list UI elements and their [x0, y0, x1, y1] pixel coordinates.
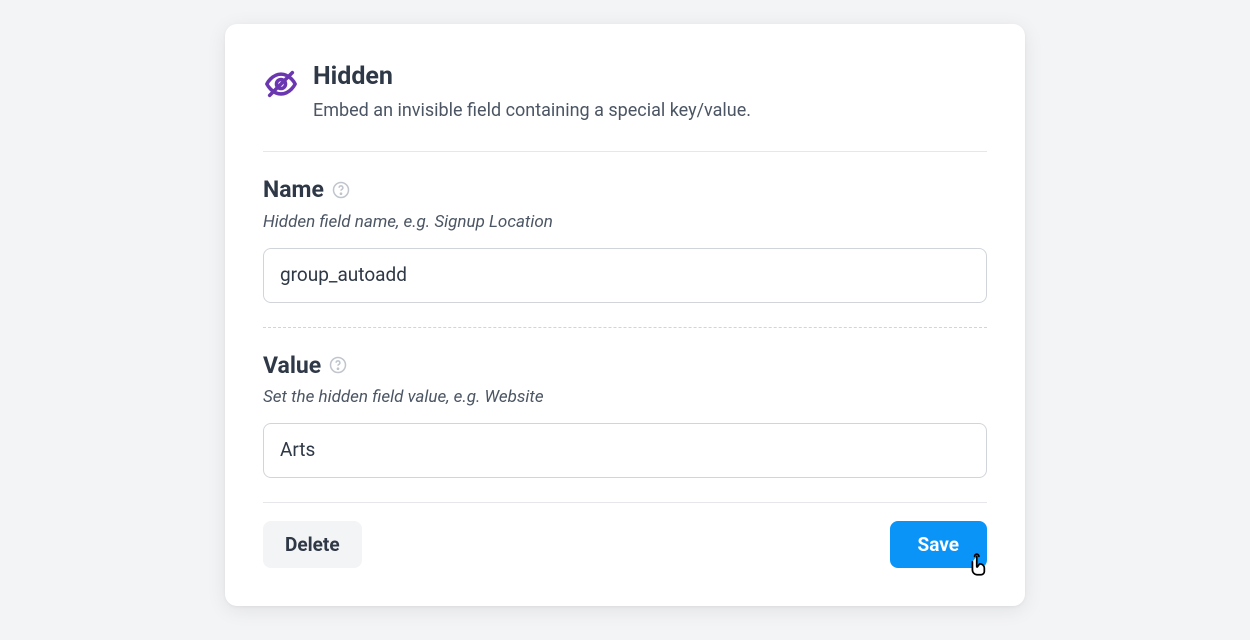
- header-text: Hidden Embed an invisible field containi…: [313, 62, 987, 123]
- name-input[interactable]: [263, 248, 987, 303]
- hidden-field-config-card: Hidden Embed an invisible field containi…: [225, 24, 1025, 606]
- name-field-section: Name Hidden field name, e.g. Signup Loca…: [263, 152, 987, 326]
- value-label-row: Value: [263, 352, 987, 380]
- card-footer: Delete Save: [263, 503, 987, 586]
- card-header: Hidden Embed an invisible field containi…: [263, 62, 987, 152]
- value-field-section: Value Set the hidden field value, e.g. W…: [263, 328, 987, 502]
- value-input[interactable]: [263, 423, 987, 478]
- value-hint: Set the hidden field value, e.g. Website: [263, 387, 987, 407]
- help-icon[interactable]: [329, 356, 347, 374]
- save-button[interactable]: Save: [890, 521, 988, 568]
- value-label: Value: [263, 352, 321, 380]
- name-label: Name: [263, 176, 324, 204]
- card-title: Hidden: [313, 62, 987, 92]
- delete-button[interactable]: Delete: [263, 521, 362, 568]
- name-label-row: Name: [263, 176, 987, 204]
- card-subtitle: Embed an invisible field containing a sp…: [313, 98, 987, 123]
- hidden-icon: [263, 66, 299, 102]
- help-icon[interactable]: [332, 181, 350, 199]
- name-hint: Hidden field name, e.g. Signup Location: [263, 212, 987, 232]
